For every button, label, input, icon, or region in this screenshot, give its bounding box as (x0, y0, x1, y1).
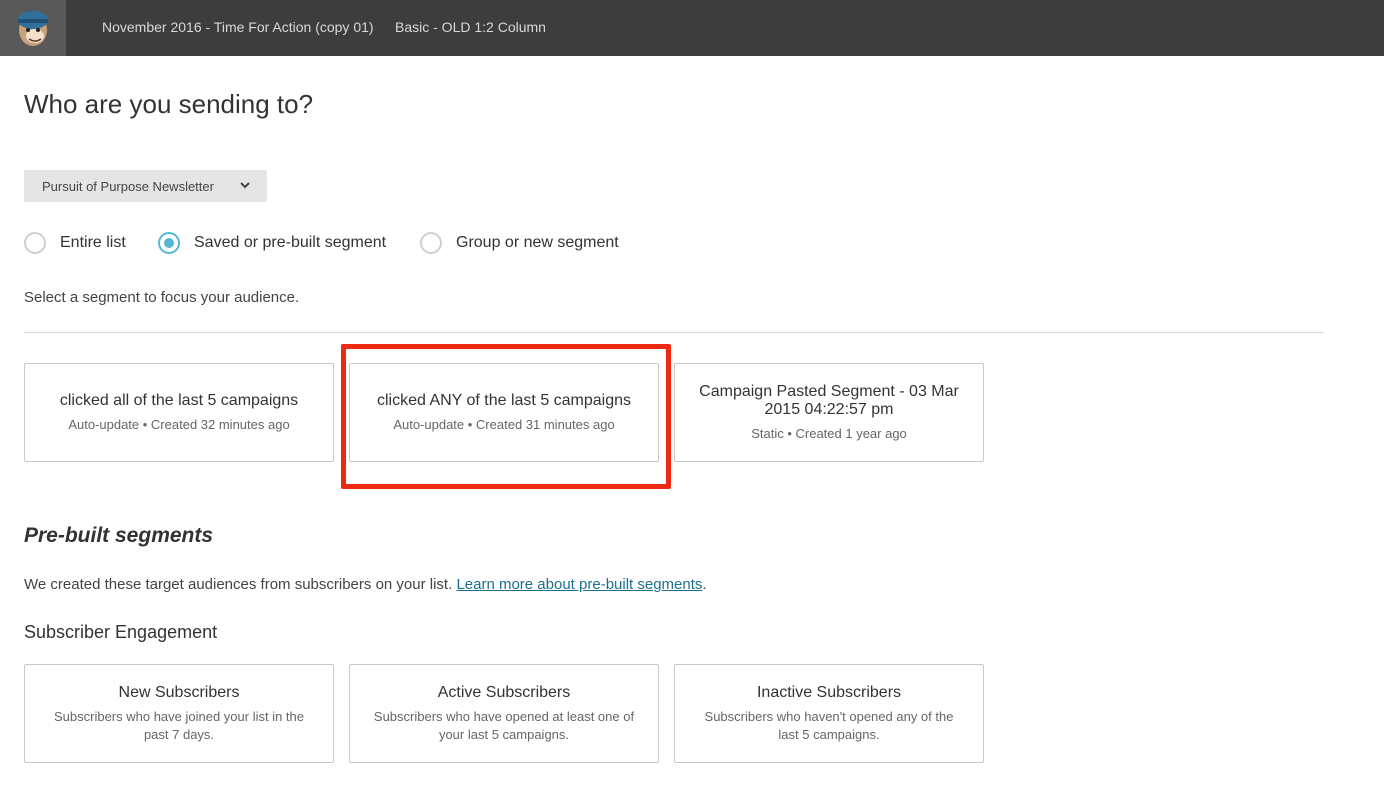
radio-group-segment[interactable]: Group or new segment (420, 230, 619, 256)
description-text: We created these target audiences from s… (24, 576, 453, 593)
prebuilt-card-new[interactable]: New Subscribers Subscribers who have joi… (24, 664, 334, 763)
prebuilt-title: New Subscribers (118, 683, 240, 701)
segment-title: clicked all of the last 5 campaigns (59, 391, 299, 409)
campaign-name[interactable]: November 2016 - Time For Action (copy 01… (102, 19, 374, 35)
prebuilt-desc: Subscribers who haven't opened any of th… (704, 708, 954, 742)
top-bar: November 2016 - Time For Action (copy 01… (0, 0, 1384, 56)
segment-meta: Auto-update • Created 32 minutes ago (68, 416, 290, 432)
radio-label: Group or new segment (456, 234, 619, 251)
radio-label: Saved or pre-built segment (194, 234, 387, 251)
segment-card-pasted[interactable]: Campaign Pasted Segment - 03 Mar 2015 04… (674, 363, 984, 462)
radio-circle[interactable] (24, 232, 46, 254)
prebuilt-desc: Subscribers who have opened at least one… (373, 708, 635, 742)
segment-card-clicked-any[interactable]: clicked ANY of the last 5 campaigns Auto… (349, 363, 659, 462)
divider (24, 332, 1324, 333)
list-select-value: Pursuit of Purpose Newsletter (42, 178, 214, 194)
radio-saved-segment[interactable]: Saved or pre-built segment (158, 230, 386, 256)
prebuilt-title: Inactive Subscribers (756, 683, 902, 701)
segment-title: Campaign Pasted Segment - 03 Mar 2015 04… (699, 382, 959, 418)
page-title: Who are you sending to? (24, 89, 314, 119)
prebuilt-card-active[interactable]: Active Subscribers Subscribers who have … (349, 664, 659, 763)
radio-circle[interactable] (420, 232, 442, 254)
segment-card-clicked-all[interactable]: clicked all of the last 5 campaigns Auto… (24, 363, 334, 462)
prebuilt-title: Active Subscribers (437, 683, 571, 701)
helper-text: Select a segment to focus your audience. (24, 289, 300, 306)
template-name[interactable]: Basic - OLD 1:2 Column (395, 19, 546, 35)
mailchimp-freddie-logo-icon (18, 11, 48, 46)
prebuilt-desc: Subscribers who have joined your list in… (53, 708, 305, 742)
radio-circle-selected[interactable] (158, 232, 180, 254)
chevron-down-icon (240, 182, 250, 189)
segment-title: clicked ANY of the last 5 campaigns (376, 391, 632, 409)
segment-meta: Static • Created 1 year ago (751, 425, 907, 441)
logo-button[interactable] (0, 0, 66, 56)
description-period: . (702, 576, 707, 593)
prebuilt-heading: Pre-built segments (24, 524, 214, 547)
prebuilt-description: We created these target audiences from s… (24, 576, 707, 593)
segment-meta: Auto-update • Created 31 minutes ago (393, 416, 615, 432)
learn-more-link[interactable]: Learn more about pre-built segments (456, 576, 702, 593)
radio-entire-list[interactable]: Entire list (24, 230, 126, 256)
subscriber-engagement-heading: Subscriber Engagement (24, 622, 218, 642)
prebuilt-card-inactive[interactable]: Inactive Subscribers Subscribers who hav… (674, 664, 984, 763)
list-select-dropdown[interactable]: Pursuit of Purpose Newsletter (24, 170, 267, 202)
radio-label: Entire list (60, 234, 126, 251)
